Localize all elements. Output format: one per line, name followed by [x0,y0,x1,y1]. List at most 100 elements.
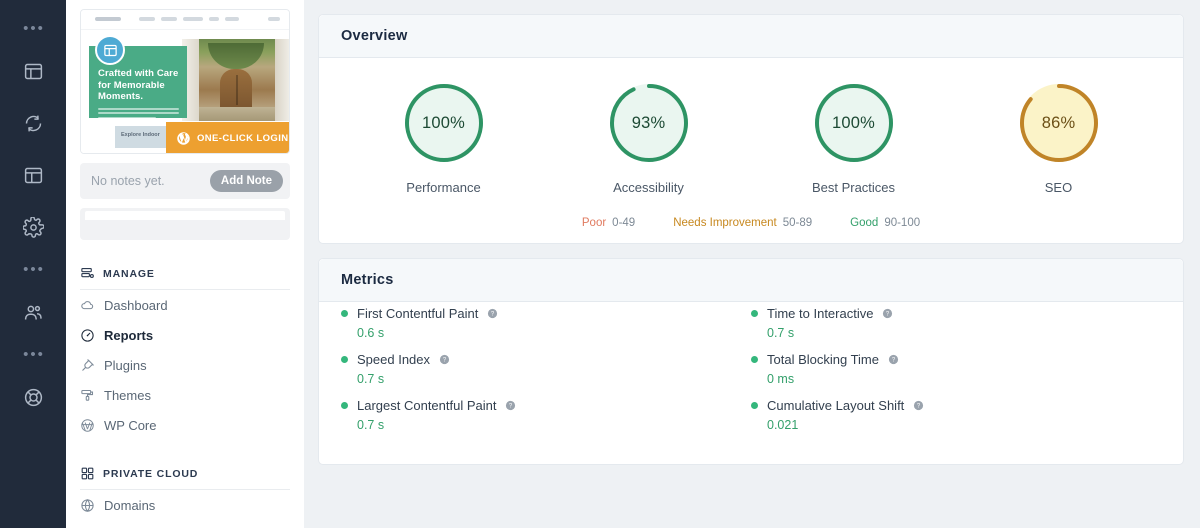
help-icon[interactable]: ? [439,354,450,365]
sidebar-item-backups[interactable]: Backups [80,520,290,528]
rail-group-dots: ••• [23,346,45,363]
legend-label: Poor [581,217,607,229]
metric-item[interactable]: Total Blocking Time ? 0 ms [751,352,1161,386]
score-label: Accessibility [613,180,684,195]
score-legend: Poor 0-49 Needs Improvement 50-89 Good 9… [341,217,1161,229]
sync-icon[interactable] [13,103,53,143]
overview-card: Overview 100% Performance 93% Accessibil… [318,14,1184,244]
score-label: Performance [406,180,481,195]
sidebar-item-domains[interactable]: Domains [80,490,290,520]
score-item[interactable]: 86% SEO [956,80,1161,195]
site-preview-card[interactable]: Crafted with Care for Memorable Moments.… [80,9,290,154]
metric-item[interactable]: Cumulative Layout Shift ? 0.021 [751,398,1161,432]
plug-icon [82,358,94,371]
score-label: SEO [1044,180,1073,195]
site-type-badge-icon [95,35,125,65]
sidebar-section-label: PRIVATE CLOUD [103,467,199,480]
legend-label: Good [850,217,879,229]
metric-value: 0.7 s [357,418,385,432]
help-icon[interactable]: ? [913,400,924,411]
one-click-login-button[interactable]: ONE-CLICK LOGIN [166,122,289,153]
rail-group-dots: ••• [23,20,45,37]
help-icon[interactable]: ? [882,308,893,319]
metric-value: 0.7 s [357,372,385,386]
preview-body: Crafted with Care for Memorable Moments.… [81,30,289,153]
legend-item: Poor 0-49 [582,217,635,229]
preview-nav-item [139,17,155,21]
legend-range: 50-89 [782,217,813,229]
score-label: Best Practices [811,180,896,195]
sidebar-item-wp-core[interactable]: WP Core [80,410,290,440]
gear-icon[interactable] [13,207,53,247]
legend-range: 0-49 [612,217,636,229]
sidebar-item-themes[interactable]: Themes [80,380,290,410]
sidebar-section-private-cloud: PRIVATE CLOUD [80,466,290,490]
dashboard-grid-icon[interactable] [13,155,53,195]
preview-nav-item [209,17,219,21]
metric-item[interactable]: First Contentful Paint ? 0.6 s [341,306,751,340]
paint-roller-icon [81,389,94,401]
sidebar-item-label: WP Core [104,417,157,433]
score-gauge: 86% [1016,80,1102,166]
metric-item[interactable]: Speed Index ? 0.7 s [341,352,751,386]
preview-nav-item [225,17,239,21]
score-item[interactable]: 100% Performance [341,80,546,195]
score-gauge: 100% [401,80,487,166]
score-value: 100% [831,113,875,132]
score-gauge: 93% [606,80,692,166]
overview-title: Overview [341,28,408,44]
metric-status-dot [751,402,758,409]
cloud-icon [81,300,94,309]
globe-icon [81,498,94,512]
lifebuoy-icon[interactable] [13,377,53,417]
sidebar-item-label: Domains [104,497,156,513]
gauge-icon [81,328,94,342]
preview-site-logo [95,17,121,21]
metric-item[interactable]: Largest Contentful Paint ? 0.7 s [341,398,751,432]
server-settings-icon [81,267,94,278]
metric-item[interactable]: Time to Interactive ? 0.7 s [751,306,1161,340]
sidebar-item-reports[interactable]: Reports [80,320,290,350]
metric-value: 0.7 s [767,326,795,340]
sidebar-item-label: Plugins [104,357,147,373]
score-gauge: 100% [811,80,897,166]
legend-item: Good 90-100 [850,217,920,229]
sidebar-item-plugins[interactable]: Plugins [80,350,290,380]
metric-label: Time to Interactive [767,306,874,321]
note-input-field[interactable] [80,208,290,240]
metric-status-dot [341,310,348,317]
sidebar-section-label: MANAGE [103,267,155,280]
layout-icon[interactable] [13,51,53,91]
wordpress-icon [81,418,94,432]
sidebar-item-label: Themes [104,387,151,403]
one-click-login-label: ONE-CLICK LOGIN [197,132,289,144]
preview-body-lines [98,107,179,119]
legend-item: Needs Improvement 50-89 [673,217,812,229]
icon-rail: ••• ••• ••• [0,0,66,528]
preview-nav-item [161,17,177,21]
metric-label: Speed Index [357,352,431,367]
metric-label: Cumulative Layout Shift [767,398,905,413]
preview-explore-tile: Explore Indoor [115,126,173,148]
users-icon[interactable] [13,292,53,332]
sidebar-item-dashboard[interactable]: Dashboard [80,290,290,320]
notes-empty-text: No notes yet. [91,174,165,188]
add-note-button[interactable]: Add Note [209,170,283,192]
help-icon[interactable]: ? [888,354,899,365]
metrics-list: First Contentful Paint ? 0.6 s Time to I… [319,302,1183,464]
preview-headline: Crafted with Care for Memorable Moments. [98,68,179,102]
metrics-card-header: Metrics [319,259,1183,302]
overview-card-body: 100% Performance 93% Accessibility 100% … [319,58,1183,243]
score-item[interactable]: 100% Best Practices [751,80,956,195]
metric-label: Total Blocking Time [767,352,879,367]
help-icon[interactable]: ? [505,400,516,411]
rail-group-dots: ••• [23,261,45,278]
score-item[interactable]: 93% Accessibility [546,80,751,195]
main-content: Overview 100% Performance 93% Accessibil… [304,0,1200,528]
grid-squares-icon [81,467,94,480]
sidebar-section-manage: MANAGE [80,266,290,290]
app-root: ••• ••• ••• Crafted with Care for Memora… [0,0,1200,528]
help-icon[interactable]: ? [487,308,498,319]
site-sidebar: Crafted with Care for Memorable Moments.… [66,0,304,528]
preview-hero-photo [182,39,289,121]
